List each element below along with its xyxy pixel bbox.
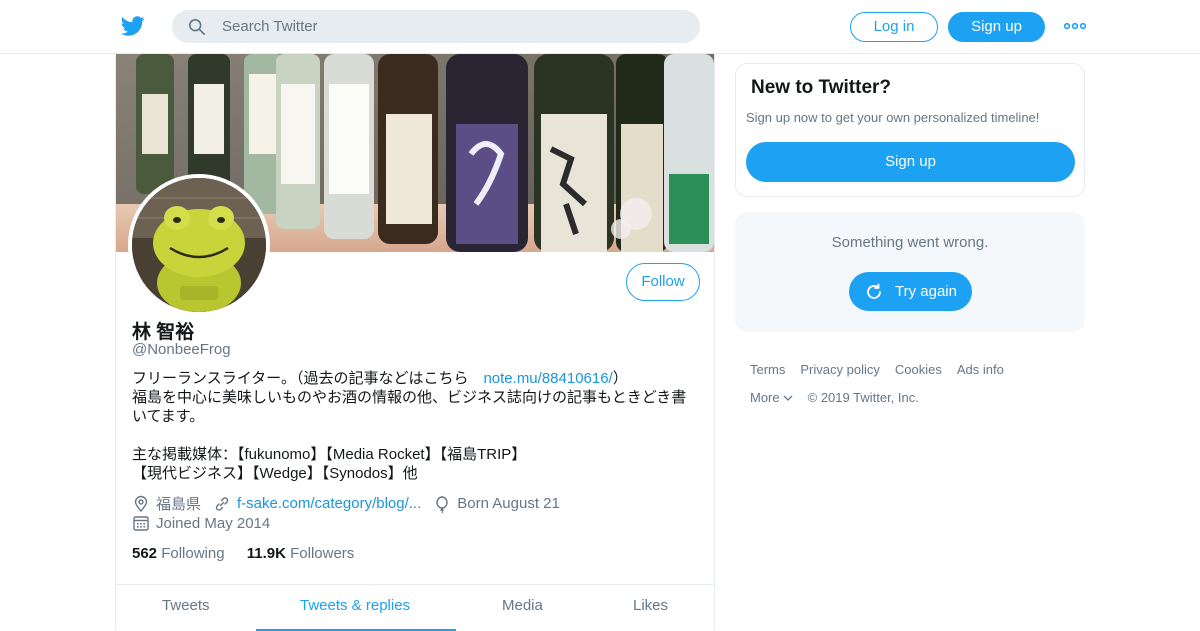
footer-links: Terms Privacy policy Cookies Ads info Mo…: [750, 362, 1090, 418]
tab-likes[interactable]: Likes: [633, 597, 668, 614]
bio-text: ）: [612, 370, 628, 387]
sidebar-signup-button[interactable]: Sign up: [746, 142, 1075, 182]
profile-meta-row: 福島県 f-sake.com/category/blog/... Born Au…: [132, 493, 560, 514]
new-to-twitter-title: New to Twitter?: [751, 77, 892, 98]
profile-tabs: Tweets Tweets & replies Media Likes: [116, 584, 714, 631]
error-message: Something went wrong.: [831, 234, 989, 251]
bio-line-3: いてます。: [132, 408, 205, 425]
balloon-icon: [436, 495, 448, 513]
bio-note-link[interactable]: note.mu/88410616/: [483, 370, 612, 387]
login-button[interactable]: Log in: [850, 12, 938, 42]
profile-joined-row: Joined May 2014: [132, 514, 270, 532]
profile-birthday: Born August 21: [457, 495, 560, 512]
footer-more-label: More: [750, 390, 780, 405]
try-again-button[interactable]: Try again: [849, 272, 972, 311]
bio-line-2: 福島を中心に美味しいものやお酒の情報の他、ビジネス誌向けの記事もときどき書: [132, 389, 687, 406]
chevron-down-icon: [783, 395, 793, 401]
bio-blank-line: [132, 426, 702, 445]
twitter-bird-logo-icon[interactable]: [120, 14, 146, 38]
profile-handle[interactable]: @NonbeeFrog: [132, 341, 231, 358]
more-options-icon[interactable]: [1063, 18, 1087, 34]
profile-stats: 562 Following 11.9K Followers: [132, 545, 354, 562]
frog-figure-image: [132, 178, 266, 312]
profile-website-link[interactable]: f-sake.com/category/blog/...: [237, 495, 421, 512]
new-to-twitter-card: New to Twitter? Sign up now to get your …: [735, 63, 1085, 197]
profile-bio: フリーランスライター。（過去の記事などはこちら note.mu/88410616…: [132, 369, 702, 483]
try-again-label: Try again: [895, 283, 957, 300]
bio-line-4: 主な掲載媒体：【fukunomo】【Media Rocket】【福島TRIP】: [132, 446, 527, 463]
following-label: Following: [161, 545, 225, 562]
profile-column: Follow 林 智裕 @NonbeeFrog フリーランスライター。（過去の記…: [115, 54, 715, 631]
followers-label: Followers: [290, 545, 355, 562]
tab-media[interactable]: Media: [502, 597, 543, 614]
top-navigation-bar: Log in Sign up: [0, 0, 1200, 54]
footer-link-terms[interactable]: Terms: [750, 362, 785, 377]
refresh-icon: [867, 283, 881, 299]
bio-line-1: フリーランスライター。（過去の記事などはこちら note.mu/88410616…: [132, 369, 702, 388]
footer-link-ads-info[interactable]: Ads info: [957, 362, 1004, 377]
footer-link-cookies[interactable]: Cookies: [895, 362, 942, 377]
following-stat[interactable]: 562 Following: [132, 545, 225, 562]
signup-button[interactable]: Sign up: [948, 12, 1045, 42]
profile-joined-date: Joined May 2014: [156, 514, 271, 532]
followers-stat[interactable]: 11.9K Followers: [247, 545, 355, 562]
search-icon: [188, 18, 206, 36]
profile-location: 福島県: [156, 496, 202, 513]
calendar-icon: [133, 516, 149, 531]
error-card: Something went wrong. Try again: [735, 212, 1085, 332]
follow-button[interactable]: Follow: [626, 263, 700, 301]
new-to-twitter-text: Sign up now to get your own personalized…: [746, 110, 1040, 125]
footer-link-privacy[interactable]: Privacy policy: [800, 362, 879, 377]
search-box[interactable]: [172, 10, 700, 43]
footer-more-menu[interactable]: More: [750, 390, 793, 405]
tab-tweets-and-replies[interactable]: Tweets & replies: [300, 597, 410, 614]
tab-tweets[interactable]: Tweets: [162, 597, 210, 614]
search-input[interactable]: [222, 10, 682, 43]
profile-display-name: 林 智裕: [132, 322, 195, 343]
followers-count: 11.9K: [246, 545, 286, 562]
following-count: 562: [132, 545, 158, 562]
link-icon: [215, 496, 229, 511]
bio-line-5: 【現代ビジネス】【Wedge】【Synodos】他: [132, 465, 418, 482]
footer-copyright: © 2019 Twitter, Inc.: [807, 390, 919, 405]
location-pin-icon: [134, 495, 148, 512]
bio-text: フリーランスライター。（過去の記事などはこちら: [132, 370, 484, 387]
profile-avatar[interactable]: [128, 174, 270, 316]
